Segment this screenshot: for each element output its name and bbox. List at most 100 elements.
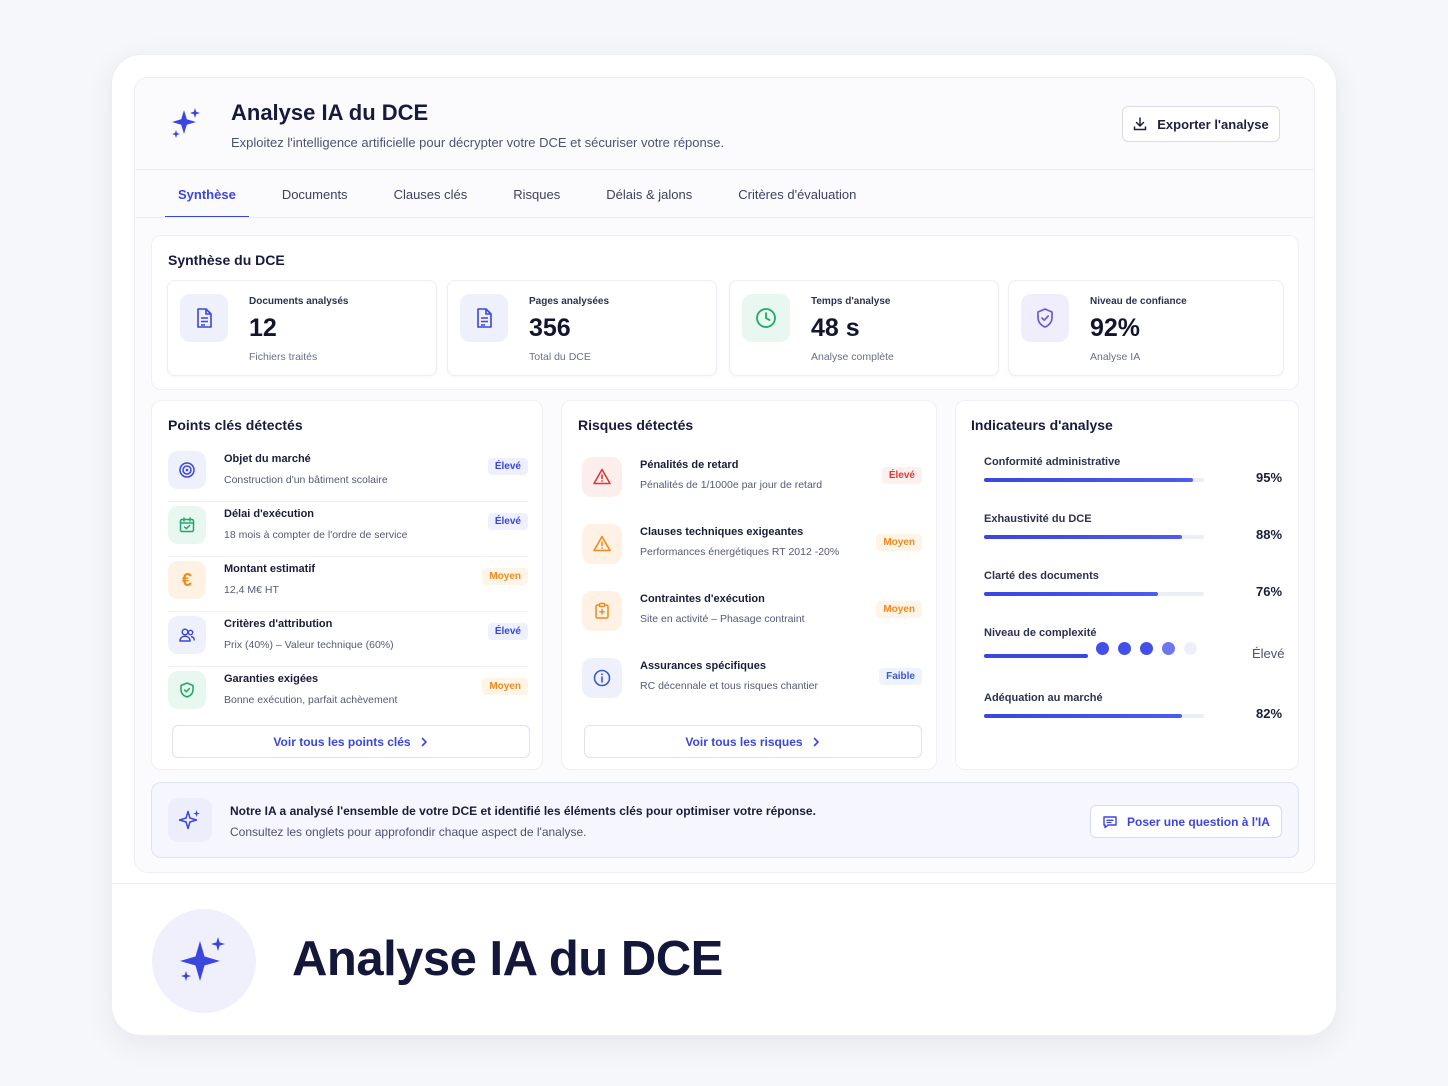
risk-title: Clauses techniques exigeantes: [640, 526, 804, 538]
tab-synthese[interactable]: Synthèse: [165, 170, 249, 218]
stat-sub: Analyse IA: [1090, 351, 1141, 363]
shield-check-icon: [1021, 294, 1069, 342]
risk-title: Assurances spécifiques: [640, 660, 766, 672]
status-badge: Moyen: [482, 678, 528, 695]
list-item[interactable]: Objet du marché Construction d'un bâtime…: [168, 447, 528, 502]
tab-criteres[interactable]: Critères d'évaluation: [725, 170, 869, 218]
list-item[interactable]: Critères d'attribution Prix (40%) – Vale…: [168, 612, 528, 667]
key-point-title: Délai d'exécution: [224, 508, 315, 520]
info-icon: [582, 658, 622, 698]
indicator-value: 88%: [1256, 527, 1283, 542]
ia-banner: Notre IA a analysé l'ensemble de votre D…: [151, 782, 1299, 858]
clock-icon: [742, 294, 790, 342]
key-point-title: Objet du marché: [224, 453, 311, 465]
list-item[interactable]: Contraintes d'exécution Site en activité…: [582, 589, 922, 651]
indicator-label: Niveau de complexité: [984, 627, 1097, 639]
list-item[interactable]: Délai d'exécution 18 mois à compter de l…: [168, 502, 528, 557]
progress-fill: [984, 592, 1158, 596]
progress-fill: [984, 714, 1182, 718]
footer-divider: [112, 883, 1336, 884]
app-panel: Analyse IA du DCE Exploitez l'intelligen…: [134, 77, 1315, 873]
chat-icon: [1103, 815, 1117, 828]
list-item[interactable]: Pénalités de retard Pénalités de 1/1000e…: [582, 455, 922, 517]
status-badge: Moyen: [876, 534, 922, 551]
list-item[interactable]: Garanties exigées Bonne exécution, parfa…: [168, 667, 528, 722]
download-icon: [1134, 117, 1147, 131]
risks-title: Risques détectés: [578, 417, 694, 433]
key-point-title: Montant estimatif: [224, 563, 316, 575]
stat-label: Documents analysés: [249, 296, 349, 307]
stat-value: 92%: [1090, 314, 1141, 342]
progress-track: [984, 714, 1204, 718]
risk-desc: Pénalités de 1/1000e par jour de retard: [640, 479, 823, 491]
tab-risques[interactable]: Risques: [500, 170, 573, 218]
stat-card-pages: Pages analysées 356 Total du DCE: [447, 280, 717, 376]
tab-delais[interactable]: Délais & jalons: [593, 170, 705, 218]
indicator-complexite: Niveau de complexité Élevé: [984, 627, 1285, 661]
tab-documents[interactable]: Documents: [269, 170, 361, 218]
key-point-desc: Bonne exécution, parfait achèvement: [224, 694, 398, 706]
progress-track: [984, 535, 1204, 539]
indicators-panel: Indicateurs d'analyse Conformité adminis…: [955, 400, 1299, 770]
key-point-title: Garanties exigées: [224, 673, 319, 685]
key-point-title: Critères d'attribution: [224, 618, 333, 630]
risks-panel: Risques détectés Pénalités de retard Pén…: [561, 400, 937, 770]
tab-bar: Synthèse Documents Clauses clés Risques …: [165, 170, 889, 218]
sparkle-icon: [168, 798, 212, 842]
key-points-panel: Points clés détectés Objet du marché Con…: [151, 400, 543, 770]
indicator-adequation: Adéquation au marché 82%: [984, 692, 1284, 721]
complexity-dot: [1118, 642, 1131, 655]
complexity-bar: [984, 654, 1088, 658]
shield-icon: [168, 671, 206, 709]
list-item[interactable]: Clauses techniques exigeantes Performanc…: [582, 522, 922, 584]
indicator-value: 82%: [1256, 706, 1283, 721]
view-all-risks-button[interactable]: Voir tous les risques: [584, 725, 922, 758]
stat-card-documents: Documents analysés 12 Fichiers traités: [167, 280, 437, 376]
stat-value: 48 s: [811, 314, 860, 342]
tab-clauses[interactable]: Clauses clés: [381, 170, 481, 218]
list-item[interactable]: Assurances spécifiques RC décennale et t…: [582, 656, 922, 718]
risk-title: Pénalités de retard: [640, 459, 739, 471]
ask-ai-button[interactable]: Poser une question à l'IA: [1090, 805, 1282, 838]
target-icon: [168, 451, 206, 489]
stat-value: 12: [249, 314, 277, 342]
indicator-label: Clarté des documents: [984, 570, 1099, 582]
status-badge: Faible: [879, 668, 922, 685]
risk-desc: RC décennale et tous risques chantier: [640, 680, 819, 692]
stat-value: 356: [529, 314, 571, 342]
stat-sub: Total du DCE: [529, 351, 591, 363]
view-all-key-points-button[interactable]: Voir tous les points clés: [172, 725, 530, 758]
list-item[interactable]: € Montant estimatif 12,4 M€ HT Moyen: [168, 557, 528, 612]
indicator-label: Adéquation au marché: [984, 692, 1103, 704]
synthese-section: Synthèse du DCE Documents analysés 12 Fi…: [151, 235, 1299, 390]
euro-icon: €: [168, 561, 206, 599]
export-button[interactable]: Exporter l'analyse: [1122, 106, 1280, 142]
stat-sub: Analyse complète: [811, 351, 894, 363]
key-point-desc: 18 mois à compter de l'ordre de service: [224, 529, 408, 541]
stat-sub: Fichiers traités: [249, 351, 318, 363]
page-title: Analyse IA du DCE: [231, 100, 429, 125]
key-point-desc: Construction d'un bâtiment scolaire: [224, 474, 388, 486]
pages-icon: [460, 294, 508, 342]
page-subtitle: Exploitez l'intelligence artificielle po…: [231, 135, 725, 150]
status-badge: Élevé: [487, 513, 528, 530]
tabs-divider: [135, 217, 1314, 218]
stat-label: Pages analysées: [529, 296, 610, 307]
stat-card-confiance: Niveau de confiance 92% Analyse IA: [1008, 280, 1284, 376]
progress-fill: [984, 478, 1193, 482]
complexity-dot: [1184, 642, 1197, 655]
progress-track: [984, 478, 1204, 482]
indicator-label: Conformité administrative: [984, 456, 1121, 468]
indicator-value: Élevé: [1252, 646, 1285, 661]
alert-triangle-icon: [582, 457, 622, 497]
indicator-exhaustivite: Exhaustivité du DCE 88%: [984, 513, 1284, 542]
calendar-icon: [168, 506, 206, 544]
indicator-clarte: Clarté des documents 76%: [984, 570, 1284, 599]
users-icon: [168, 616, 206, 654]
complexity-dot: [1162, 642, 1175, 655]
status-badge: Élevé: [487, 458, 528, 475]
indicator-label: Exhaustivité du DCE: [984, 513, 1092, 525]
sparkle-icon: [152, 909, 256, 1013]
clipboard-icon: [582, 591, 622, 631]
complexity-dots: [1096, 642, 1197, 655]
